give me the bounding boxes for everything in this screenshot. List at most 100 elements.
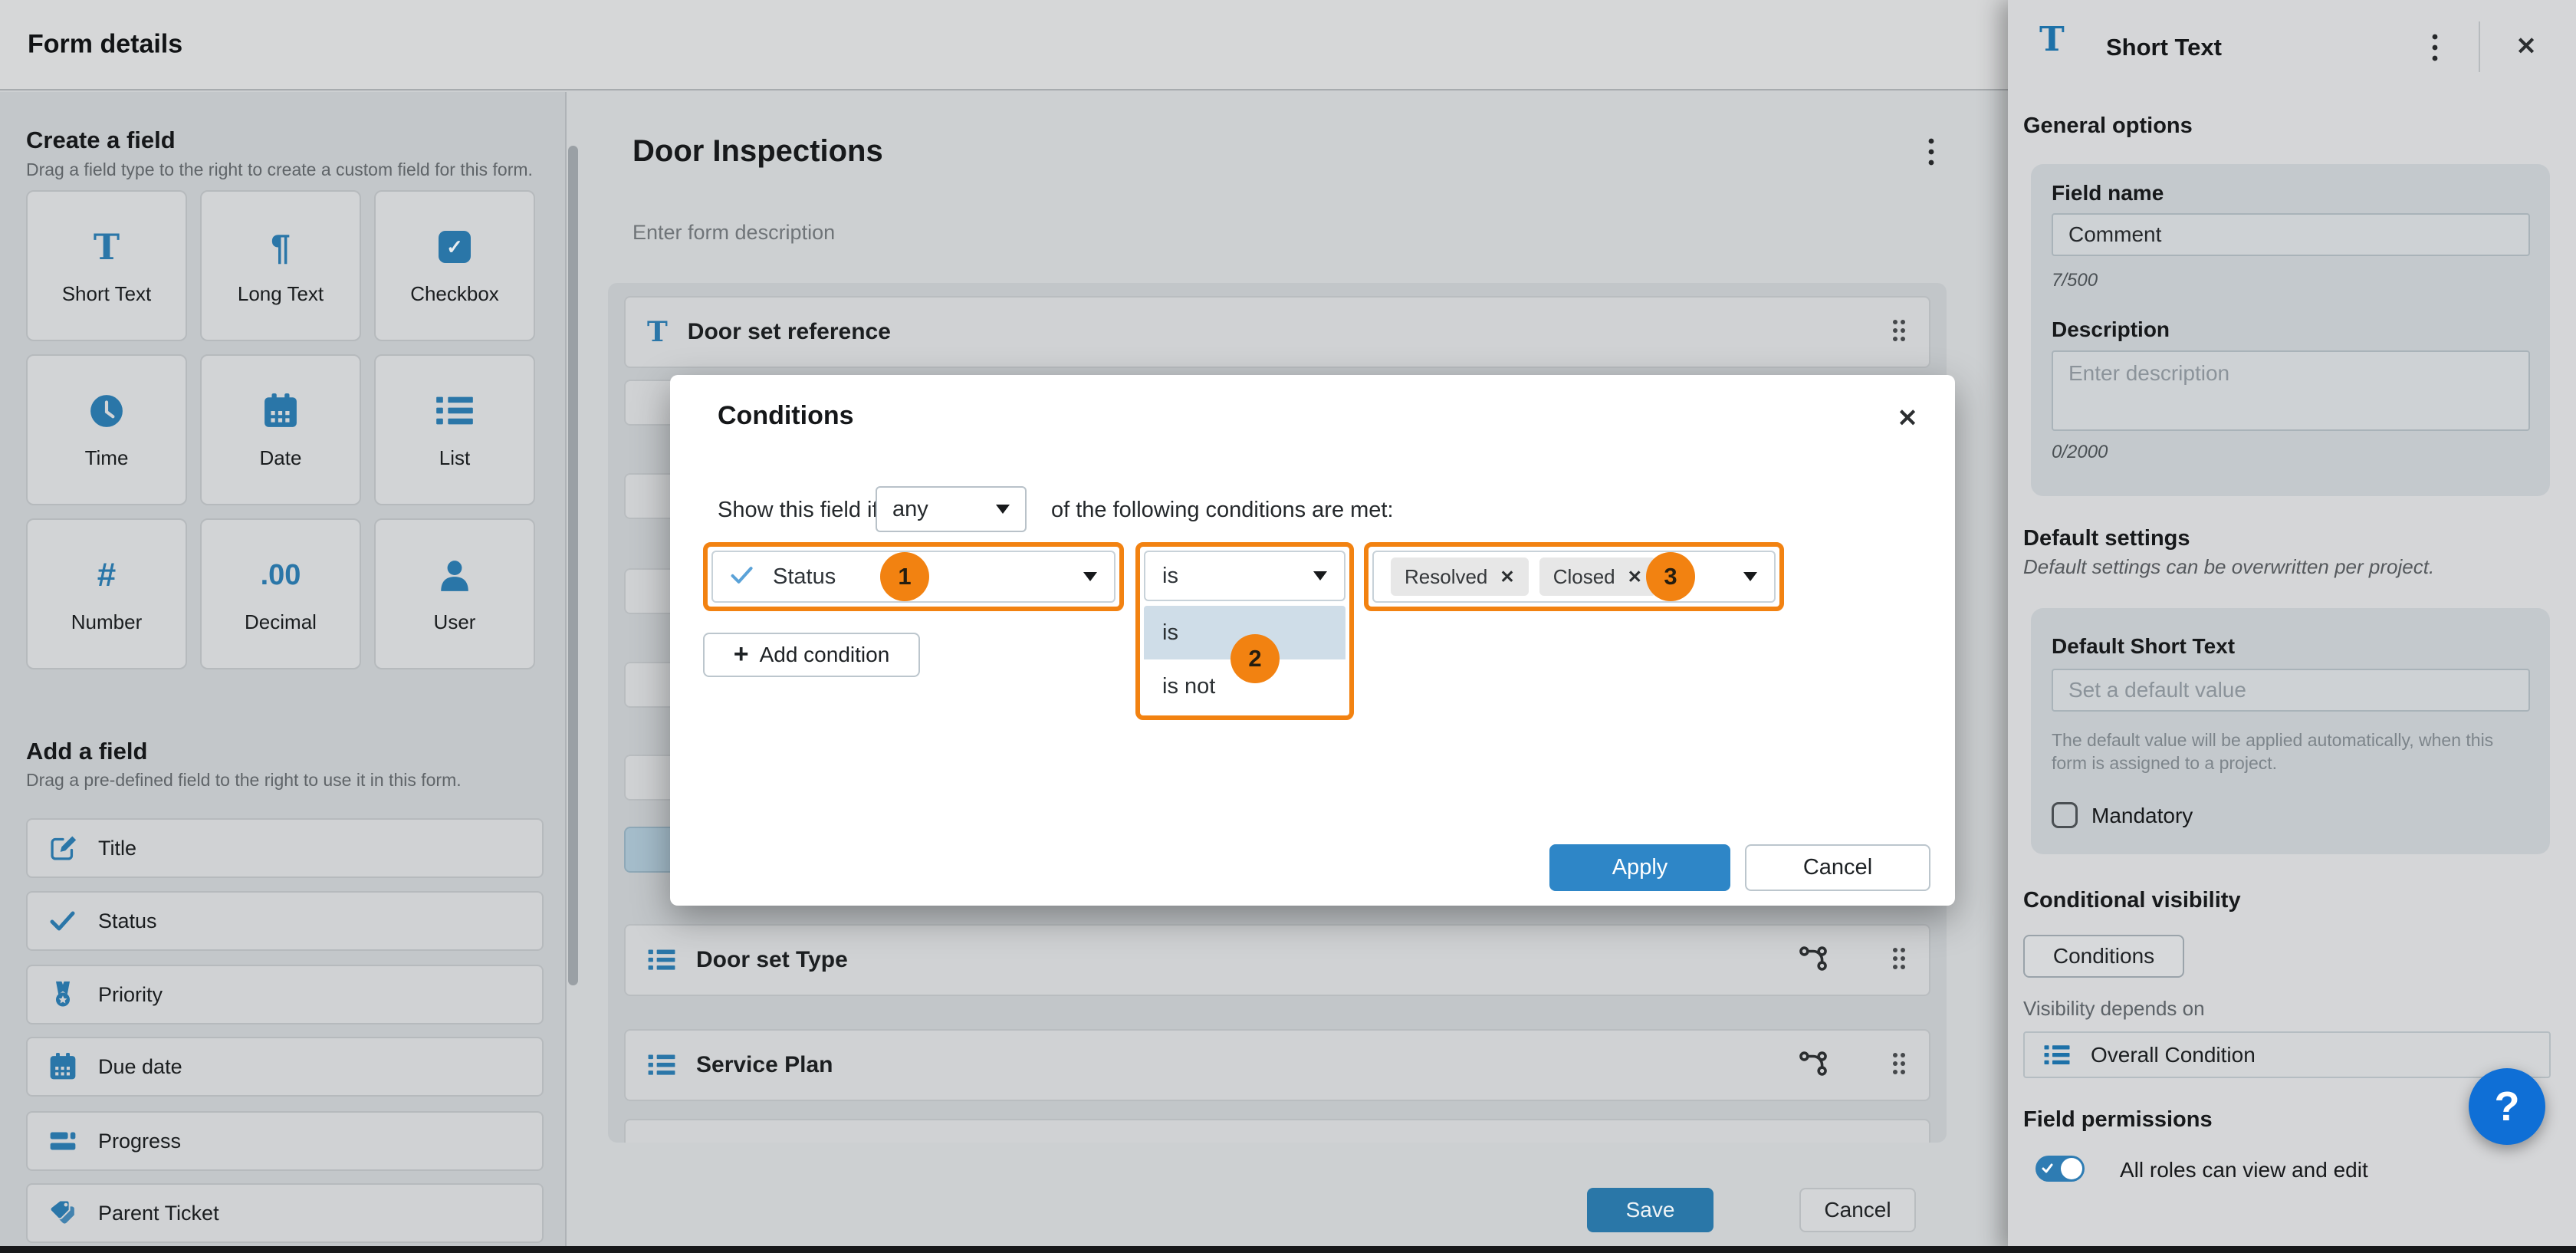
- field-name-input[interactable]: [2052, 213, 2530, 256]
- remove-chip-icon[interactable]: ✕: [1628, 567, 1642, 587]
- predefined-field-label: Status: [98, 909, 157, 933]
- description-counter: 0/2000: [2052, 442, 2108, 463]
- panel-close-icon[interactable]: ✕: [2505, 26, 2548, 66]
- tags-icon: [49, 1199, 77, 1227]
- condition-operator-value: is: [1162, 564, 1178, 589]
- field-type-label: Time: [85, 446, 129, 470]
- chip-label: Closed: [1553, 565, 1615, 589]
- predefined-field-title[interactable]: Title: [26, 818, 544, 878]
- conditions-branch-icon[interactable]: [1799, 944, 1828, 977]
- field-type-label: Checkbox: [410, 282, 499, 306]
- chevron-down-icon: [996, 505, 1010, 514]
- add-condition-button[interactable]: + Add condition: [703, 633, 920, 677]
- field-type-label: Date: [260, 446, 302, 470]
- conditions-button[interactable]: Conditions: [2023, 935, 2184, 978]
- condition-values-select[interactable]: Resolved ✕ Closed ✕: [1364, 542, 1784, 611]
- field-row-label: Door set reference: [688, 319, 891, 345]
- field-type-label: Short Text: [62, 282, 152, 306]
- field-type-date[interactable]: Date: [200, 354, 361, 505]
- description-label: Description: [2052, 317, 2170, 342]
- predefined-field-label: Priority: [98, 983, 163, 1007]
- field-type-long-text[interactable]: ¶ Long Text: [200, 190, 361, 341]
- field-row-label: Door set Type: [696, 947, 848, 973]
- field-row-door-set-type[interactable]: Door set Type: [624, 924, 1930, 996]
- add-field-heading: Add a field: [26, 738, 147, 765]
- check-icon: [49, 907, 77, 935]
- field-type-time[interactable]: Time: [26, 354, 187, 505]
- drag-handle-icon[interactable]: [1891, 317, 1907, 347]
- condition-field-value: Status: [773, 564, 836, 590]
- predefined-field-due-date[interactable]: Due date: [26, 1037, 544, 1097]
- field-type-number[interactable]: # Number: [26, 518, 187, 669]
- remove-chip-icon[interactable]: ✕: [1500, 567, 1514, 587]
- predefined-field-progress[interactable]: Progress: [26, 1111, 544, 1171]
- help-button[interactable]: ?: [2469, 1068, 2545, 1145]
- field-settings-panel: T Short Text ✕ General options Field nam…: [2008, 0, 2576, 1253]
- field-name-counter: 7/500: [2052, 270, 2098, 291]
- cancel-button[interactable]: Cancel: [1799, 1188, 1916, 1232]
- modal-cancel-button[interactable]: Cancel: [1745, 844, 1930, 891]
- drag-handle-icon[interactable]: [1891, 946, 1907, 975]
- partial-field-row[interactable]: [624, 1119, 1930, 1143]
- list-icon: [2043, 1044, 2071, 1067]
- default-value-helper: The default value will be applied automa…: [2052, 729, 2519, 775]
- predefined-field-label: Parent Ticket: [98, 1202, 219, 1225]
- short-text-icon: T: [2039, 23, 2065, 57]
- conditions-branch-icon[interactable]: [1799, 1049, 1828, 1082]
- user-icon: [437, 554, 472, 597]
- field-type-label: User: [434, 610, 476, 634]
- list-icon: [647, 948, 676, 972]
- default-short-text-label: Default Short Text: [2052, 634, 2235, 659]
- field-type-label: Long Text: [238, 282, 324, 306]
- modal-title: Conditions: [718, 401, 854, 431]
- number-icon: #: [97, 554, 116, 597]
- drag-handle-icon[interactable]: [1891, 1051, 1907, 1080]
- chevron-down-icon: [1083, 572, 1097, 581]
- predefined-field-priority[interactable]: Priority: [26, 965, 544, 1024]
- field-type-user[interactable]: User: [374, 518, 535, 669]
- field-type-label: List: [439, 446, 470, 470]
- annotation-badge-3: 3: [1646, 552, 1695, 601]
- form-description-placeholder[interactable]: Enter form description: [632, 221, 835, 245]
- short-text-icon: T: [647, 318, 668, 346]
- field-row-label: Service Plan: [696, 1052, 833, 1078]
- permissions-toggle[interactable]: [2036, 1156, 2085, 1182]
- field-type-short-text[interactable]: T Short Text: [26, 190, 187, 341]
- visibility-depends-item[interactable]: Overall Condition: [2023, 1031, 2551, 1078]
- add-condition-label: Add condition: [760, 643, 890, 667]
- general-options-card: Field name 7/500 Description 0/2000: [2031, 164, 2550, 496]
- save-button[interactable]: Save: [1587, 1188, 1714, 1232]
- field-row-door-set-reference[interactable]: T Door set reference: [624, 296, 1930, 368]
- quantifier-select[interactable]: any: [876, 486, 1027, 532]
- panel-kebab-menu-icon[interactable]: [2417, 29, 2453, 66]
- field-type-label: Decimal: [245, 610, 317, 634]
- predefined-field-status[interactable]: Status: [26, 891, 544, 951]
- default-settings-note: Default settings can be overwritten per …: [2023, 555, 2434, 579]
- mandatory-checkbox[interactable]: [2052, 802, 2078, 828]
- list-icon: [647, 1053, 676, 1077]
- quantifier-value: any: [892, 497, 928, 522]
- mandatory-label: Mandatory: [2091, 804, 2193, 828]
- apply-button[interactable]: Apply: [1549, 844, 1730, 891]
- predefined-field-label: Due date: [98, 1055, 182, 1079]
- form-title[interactable]: Door Inspections: [632, 134, 883, 169]
- field-row-service-plan[interactable]: Service Plan: [624, 1029, 1930, 1101]
- toggle-knob: [2061, 1158, 2082, 1179]
- description-textarea[interactable]: [2052, 350, 2530, 431]
- predefined-field-label: Progress: [98, 1130, 181, 1153]
- general-options-heading: General options: [2023, 113, 2193, 139]
- field-type-list[interactable]: List: [374, 354, 535, 505]
- condition-sentence-suffix: of the following conditions are met:: [1051, 498, 1394, 523]
- value-chip-resolved: Resolved ✕: [1391, 557, 1529, 596]
- sidebar-scrollbar[interactable]: [568, 146, 578, 985]
- form-kebab-menu-icon[interactable]: [1914, 135, 1948, 169]
- default-value-input[interactable]: [2052, 669, 2530, 712]
- predefined-field-parent-ticket[interactable]: Parent Ticket: [26, 1183, 544, 1243]
- close-icon[interactable]: ✕: [1886, 398, 1929, 438]
- field-type-checkbox[interactable]: ✓ Checkbox: [374, 190, 535, 341]
- condition-operator-select[interactable]: is is is not: [1135, 542, 1354, 720]
- field-type-grid: T Short Text ¶ Long Text ✓ Checkbox Time…: [26, 190, 535, 669]
- field-type-decimal[interactable]: .00 Decimal: [200, 518, 361, 669]
- condition-sentence-prefix: Show this field if: [718, 498, 879, 523]
- bottom-scrollbar[interactable]: [0, 1246, 2576, 1253]
